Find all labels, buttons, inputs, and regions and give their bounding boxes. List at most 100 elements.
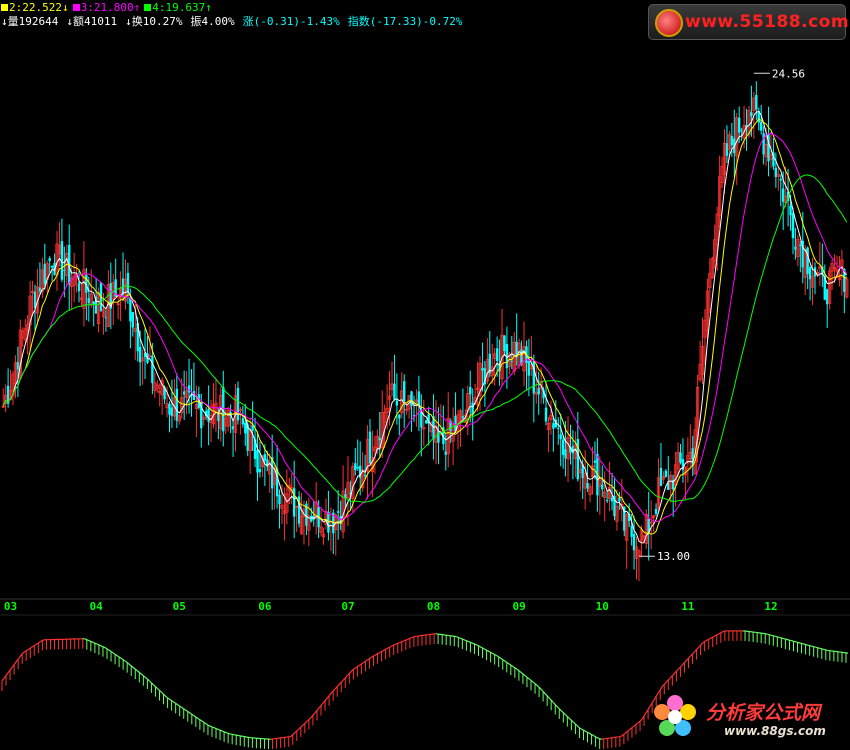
annotation-high: 24.56 bbox=[772, 67, 805, 80]
candle-body bbox=[826, 289, 829, 305]
stock-chart: 24.56 13.00 03 04 05 06 07 08 09 10 11 12 bbox=[0, 67, 850, 750]
osc-line bbox=[221, 730, 225, 733]
candle-body bbox=[292, 488, 296, 517]
candle-body bbox=[564, 449, 567, 459]
osc-line bbox=[1, 677, 5, 682]
ma-value-0: 2:22.522↓ bbox=[1, 1, 69, 14]
osc-line bbox=[120, 657, 124, 661]
candle-body bbox=[354, 463, 357, 470]
osc-line bbox=[671, 673, 675, 677]
osc-line bbox=[775, 635, 778, 638]
osc-line bbox=[468, 640, 471, 643]
month-label: 09 bbox=[513, 600, 526, 613]
candle-body bbox=[129, 297, 132, 322]
header-value: 额41011 bbox=[73, 15, 118, 28]
arrow-glyph: ↑ bbox=[205, 1, 212, 14]
osc-line bbox=[369, 656, 372, 660]
osc-line bbox=[544, 693, 548, 697]
candle-body bbox=[336, 511, 340, 513]
osc-line bbox=[623, 732, 627, 735]
candle-body bbox=[481, 368, 484, 371]
ma-value-1: 3:21.800↑ bbox=[72, 1, 140, 14]
osc-line bbox=[84, 638, 88, 641]
candle-body bbox=[403, 381, 406, 402]
osc-line bbox=[213, 727, 217, 730]
stat-2: ↓换10.27% bbox=[125, 15, 182, 28]
candle-body bbox=[779, 178, 782, 181]
osc-line bbox=[332, 688, 336, 692]
osc-line bbox=[205, 723, 209, 726]
osc-line bbox=[667, 677, 671, 681]
candle-body bbox=[170, 407, 174, 417]
month-label: 04 bbox=[90, 600, 104, 613]
candle-body bbox=[774, 167, 778, 177]
osc-line bbox=[17, 656, 21, 660]
osc-line bbox=[328, 692, 332, 697]
osc-line bbox=[215, 727, 219, 730]
candle-body bbox=[740, 130, 743, 132]
candle-body bbox=[258, 468, 262, 473]
osc-line bbox=[357, 664, 360, 668]
candle-body bbox=[151, 355, 154, 384]
month-label: 11 bbox=[681, 600, 695, 613]
osc-line bbox=[589, 732, 592, 736]
osc-line bbox=[785, 638, 788, 641]
osc-line bbox=[304, 720, 308, 724]
osc-line bbox=[124, 660, 128, 664]
candle-body bbox=[327, 511, 330, 533]
osc-line bbox=[88, 640, 92, 642]
osc-line bbox=[700, 642, 704, 646]
osc-line bbox=[767, 633, 770, 636]
candle-body bbox=[725, 143, 729, 156]
osc-line bbox=[169, 698, 172, 702]
osc-line bbox=[627, 728, 631, 732]
candle-body bbox=[444, 451, 447, 455]
moving-averages bbox=[2, 110, 848, 544]
month-label: 06 bbox=[258, 600, 272, 613]
osc-line bbox=[793, 640, 796, 643]
candle-body bbox=[182, 391, 186, 395]
watermark-logo-bottom: 分析家公式网 www.88gs.com bbox=[650, 690, 850, 748]
candle-body bbox=[410, 391, 413, 406]
legend-swatch bbox=[1, 4, 8, 11]
candle-body bbox=[552, 423, 555, 429]
osc-line bbox=[492, 652, 495, 656]
price-annotations: 24.56 13.00 bbox=[638, 67, 805, 563]
header-value: 2:22.522 bbox=[9, 1, 62, 14]
osc-line bbox=[324, 697, 328, 702]
arrow-glyph: ↓ bbox=[61, 1, 69, 14]
candle-body bbox=[610, 497, 614, 502]
candle-body bbox=[495, 348, 499, 361]
month-label: 12 bbox=[764, 600, 777, 613]
candle-body bbox=[104, 317, 108, 319]
osc-line bbox=[5, 672, 9, 676]
legend-swatch bbox=[144, 4, 152, 11]
osc-line bbox=[516, 668, 520, 672]
osc-line bbox=[462, 638, 465, 641]
osc-line bbox=[148, 680, 152, 684]
osc-line bbox=[560, 710, 564, 714]
osc-line bbox=[781, 637, 784, 640]
osc-line bbox=[520, 671, 524, 675]
osc-line bbox=[512, 665, 516, 669]
osc-line bbox=[361, 662, 364, 665]
osc-line bbox=[484, 648, 487, 651]
osc-line bbox=[540, 688, 544, 692]
osc-line bbox=[696, 646, 700, 650]
osc-line bbox=[104, 647, 108, 650]
ma-line-20 bbox=[2, 132, 848, 523]
stat-1: ↓额41011 bbox=[66, 15, 117, 28]
osc-line bbox=[86, 639, 90, 642]
osc-line bbox=[389, 645, 392, 648]
osc-line bbox=[536, 684, 540, 688]
flower-logo-icon bbox=[652, 694, 698, 740]
osc-line bbox=[765, 633, 768, 635]
month-label: 08 bbox=[427, 600, 440, 613]
osc-line bbox=[821, 648, 824, 650]
osc-line bbox=[684, 660, 687, 664]
osc-line bbox=[817, 647, 820, 649]
osc-line bbox=[292, 732, 296, 736]
osc-line bbox=[811, 645, 814, 648]
candle-body bbox=[48, 258, 51, 262]
osc-line bbox=[296, 728, 300, 732]
